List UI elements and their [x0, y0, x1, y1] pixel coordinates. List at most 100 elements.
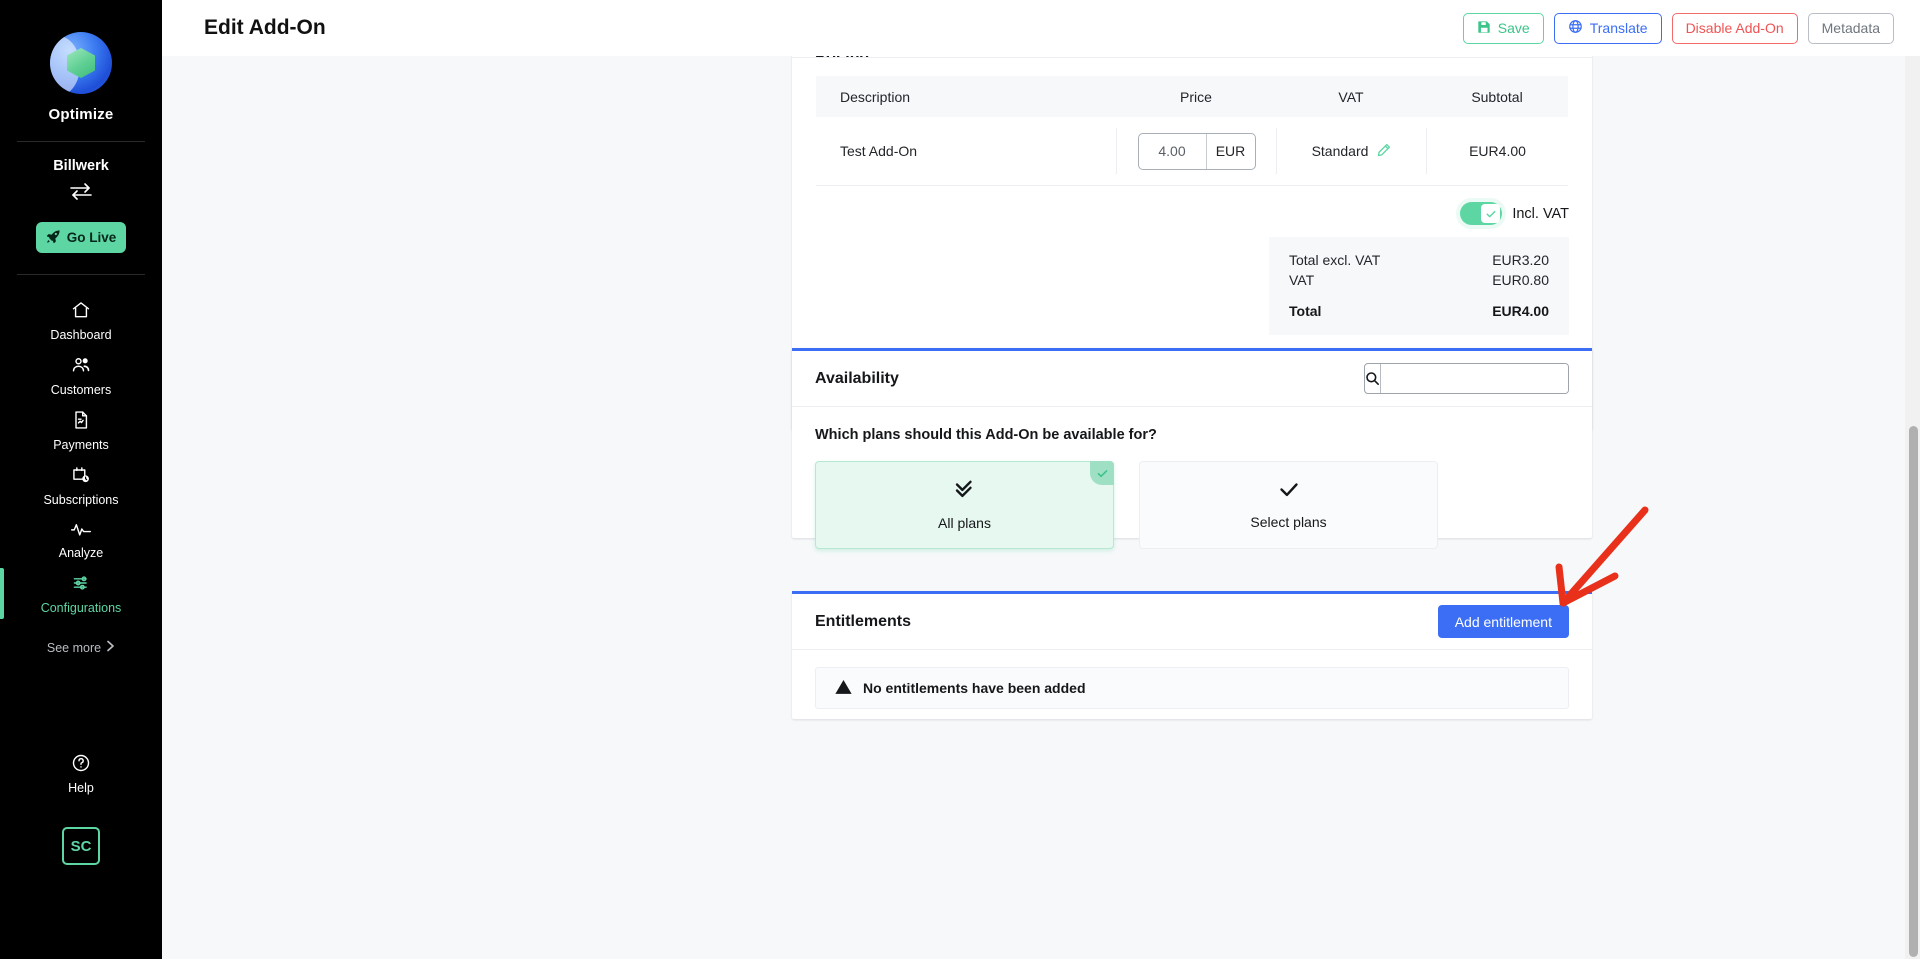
- sidebar-item-subscriptions[interactable]: Subscriptions: [0, 458, 162, 513]
- entitlements-card-header: Entitlements Add entitlement: [792, 594, 1592, 650]
- column-header-subtotal: Subtotal: [1471, 88, 1523, 105]
- sidebar-nav: Dashboard Customers Payments Subscriptio…: [0, 293, 162, 621]
- metadata-label: Metadata: [1821, 20, 1880, 36]
- totals-row: VAT EUR0.80: [1289, 270, 1549, 290]
- save-disk-icon: [1477, 20, 1491, 37]
- availability-body: Which plans should this Add-On be availa…: [792, 407, 1592, 549]
- entitlements-empty-message: No entitlements have been added: [863, 680, 1086, 696]
- totals-label: VAT: [1289, 272, 1315, 288]
- globe-icon: [1568, 19, 1583, 37]
- scroll-area: Pricing Description Price VAT Subtotal T…: [162, 0, 1920, 959]
- go-live-label: Go Live: [66, 230, 117, 245]
- scrollbar-track[interactable]: [1905, 56, 1920, 959]
- row-vat-cell: Standard: [1276, 128, 1426, 174]
- column-header-description: Description: [840, 88, 911, 105]
- pulse-icon: [70, 520, 92, 543]
- sidebar-item-configurations[interactable]: Configurations: [0, 566, 162, 621]
- chevron-right-icon: [106, 640, 115, 655]
- warning-triangle-icon: [835, 679, 852, 698]
- organization-name: Billwerk: [53, 158, 109, 174]
- totals-row-grand: Total EUR4.00: [1289, 301, 1549, 321]
- edit-pencil-icon[interactable]: [1377, 143, 1391, 160]
- row-subtotal-cell: EUR4.00: [1426, 128, 1568, 174]
- sidebar-item-payments[interactable]: Payments: [0, 403, 162, 458]
- plan-option-all-plans[interactable]: All plans: [815, 461, 1114, 549]
- avatar[interactable]: SC: [62, 827, 100, 865]
- availability-card-header: Availability: [792, 351, 1592, 407]
- search-input[interactable]: [1381, 364, 1568, 393]
- disable-addon-button[interactable]: Disable Add-On: [1671, 12, 1798, 44]
- sidebar: Optimize Billwerk Go Live Dashboard Cust…: [0, 0, 162, 959]
- document-icon: [71, 410, 91, 435]
- pricing-table-header: Description Price VAT Subtotal: [816, 76, 1568, 117]
- disable-addon-label: Disable Add-On: [1685, 20, 1784, 36]
- incl-vat-label: Incl. VAT: [1512, 205, 1569, 222]
- save-label: Save: [1497, 20, 1530, 36]
- price-input[interactable]: 4.00: [1139, 133, 1207, 169]
- availability-card: Availability Which plans should this Add…: [792, 348, 1592, 549]
- help-button[interactable]: Help: [0, 753, 162, 795]
- totals-value: EUR4.00: [1492, 303, 1549, 319]
- topbar: Edit Add-On Save Translate Disable Add-O…: [162, 0, 1920, 56]
- help-label: Help: [68, 781, 94, 795]
- add-entitlement-button[interactable]: Add entitlement: [1437, 605, 1569, 638]
- totals-row: Total excl. VAT EUR3.20: [1289, 250, 1549, 270]
- home-icon: [71, 300, 91, 325]
- sidebar-item-label: Subscriptions: [43, 493, 119, 507]
- scrollbar-thumb[interactable]: [1909, 426, 1918, 957]
- calendar-clock-icon: [71, 465, 91, 490]
- question-circle-icon: [71, 753, 91, 778]
- column-header-price: Price: [1180, 88, 1212, 105]
- metadata-button[interactable]: Metadata: [1807, 12, 1894, 44]
- translate-button[interactable]: Translate: [1553, 12, 1662, 44]
- totals-value: EUR3.20: [1492, 252, 1549, 268]
- availability-title: Availability: [815, 369, 899, 387]
- plan-options: All plans Select plans: [815, 461, 1569, 549]
- plan-option-select-plans[interactable]: Select plans: [1139, 461, 1438, 549]
- price-input-group[interactable]: 4.00 EUR: [1137, 132, 1256, 170]
- totals-label: Total excl. VAT: [1289, 252, 1381, 268]
- incl-vat-row: Incl. VAT: [792, 186, 1592, 225]
- brand-name: Optimize: [48, 106, 114, 123]
- page-title: Edit Add-On: [204, 16, 326, 39]
- table-row: Test Add-On 4.00 EUR Standard EUR4.00: [816, 117, 1568, 186]
- sliders-icon: [71, 573, 92, 598]
- pricing-table: Description Price VAT Subtotal Test Add-…: [816, 76, 1568, 186]
- double-check-icon: [952, 479, 978, 506]
- entitlements-title: Entitlements: [815, 612, 912, 630]
- availability-search[interactable]: [1364, 363, 1569, 394]
- sidebar-item-analyze[interactable]: Analyze: [0, 513, 162, 566]
- column-header-vat: VAT: [1338, 88, 1364, 105]
- row-description: Test Add-On: [840, 143, 918, 159]
- go-live-button[interactable]: Go Live: [36, 222, 126, 253]
- topbar-actions: Save Translate Disable Add-On Metadata: [1462, 12, 1894, 44]
- currency-select[interactable]: EUR: [1207, 134, 1255, 169]
- totals-panel: Total excl. VAT EUR3.20 VAT EUR0.80 Tota…: [1269, 237, 1569, 335]
- availability-question: Which plans should this Add-On be availa…: [815, 427, 1157, 443]
- sidebar-item-label: Configurations: [40, 601, 122, 615]
- check-icon: [1097, 469, 1107, 477]
- users-icon: [71, 355, 91, 380]
- see-more-label: See more: [46, 640, 102, 655]
- sidebar-divider-top: [17, 141, 145, 142]
- sidebar-item-label: Customers: [50, 383, 112, 397]
- check-icon: [1277, 480, 1301, 505]
- incl-vat-toggle[interactable]: [1460, 202, 1503, 225]
- entitlements-empty-state: No entitlements have been added: [815, 667, 1569, 709]
- logo-globe-icon: [50, 32, 112, 94]
- search-icon[interactable]: [1365, 364, 1381, 393]
- translate-label: Translate: [1589, 20, 1648, 36]
- totals-label: Total: [1289, 303, 1322, 319]
- see-more-button[interactable]: See more: [47, 640, 115, 655]
- sidebar-item-customers[interactable]: Customers: [0, 348, 162, 403]
- swap-arrows-icon[interactable]: [69, 182, 93, 205]
- totals-value: EUR0.80: [1492, 272, 1549, 288]
- main-content: Edit Add-On Save Translate Disable Add-O…: [162, 0, 1920, 959]
- save-button[interactable]: Save: [1462, 12, 1544, 44]
- sidebar-divider-mid: [17, 274, 145, 275]
- toggle-knob: [1481, 204, 1501, 223]
- sidebar-item-label: Analyze: [58, 546, 104, 560]
- sidebar-item-dashboard[interactable]: Dashboard: [0, 293, 162, 348]
- row-price-cell: 4.00 EUR: [1116, 128, 1276, 174]
- selected-check-badge: [1090, 461, 1114, 485]
